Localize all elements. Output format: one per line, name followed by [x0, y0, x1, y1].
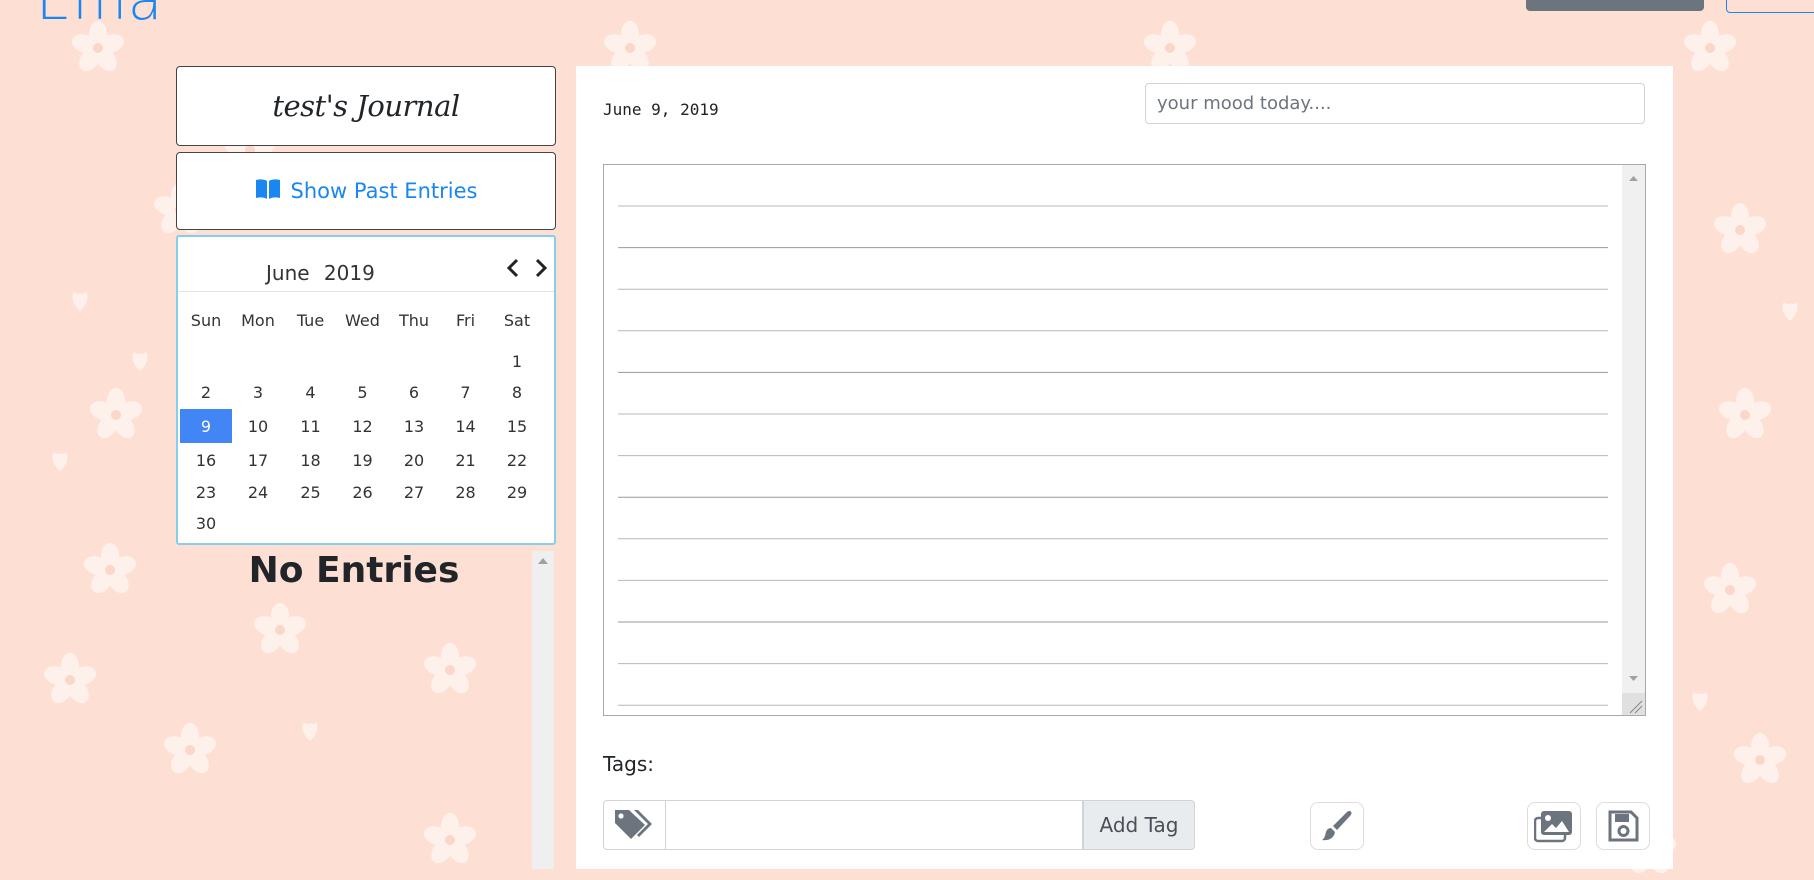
show-past-entries-button[interactable]: Show Past Entries [176, 152, 556, 230]
add-tag-button[interactable]: Add Tag [1083, 800, 1195, 850]
calendar-day[interactable]: 13 [388, 409, 440, 443]
journal-entry-textarea[interactable] [603, 164, 1646, 716]
calendar-day[interactable]: 23 [180, 475, 232, 509]
sakura-flower-icon [1714, 203, 1766, 254]
calendar-day[interactable]: 20 [388, 443, 440, 477]
calendar-day[interactable]: 17 [232, 443, 284, 477]
images-icon [1534, 811, 1572, 843]
calendar-title: June 2019 [266, 261, 383, 285]
scroll-up-icon [538, 558, 548, 564]
petal-icon [52, 452, 68, 471]
tag-prefix [603, 800, 665, 850]
petal-icon [302, 722, 318, 741]
sakura-flower-icon [164, 723, 216, 774]
sakura-flower-icon [1719, 388, 1771, 439]
entry-date: June 9, 2019 [603, 100, 719, 119]
calendar-day[interactable]: 1 [491, 344, 543, 378]
add-image-button[interactable] [1527, 802, 1581, 850]
calendar-weekday: Thu [398, 310, 430, 330]
calendar-day[interactable]: 29 [491, 475, 543, 509]
calendar-day[interactable]: 3 [232, 375, 284, 409]
calendar-weekday: Sat [503, 310, 531, 330]
calendar-day[interactable]: 18 [284, 443, 337, 477]
calendar-day[interactable]: 2 [180, 375, 232, 409]
calendar-day[interactable]: 16 [180, 443, 232, 477]
mood-input[interactable] [1145, 83, 1645, 124]
scroll-up-icon [1629, 176, 1638, 181]
scroll-down-icon [1629, 676, 1638, 681]
calendar-day[interactable]: 4 [284, 375, 337, 409]
calendar-weekday: Wed [345, 310, 380, 330]
header-outline-button[interactable] [1726, 0, 1814, 13]
previous-month-button[interactable] [504, 257, 524, 279]
calendar-day[interactable]: 28 [440, 475, 491, 509]
entries-scrollbar[interactable] [532, 551, 554, 869]
calendar-day[interactable]: 25 [284, 475, 337, 509]
sakura-flower-icon [1684, 21, 1736, 72]
calendar-day[interactable]: 9 [180, 409, 232, 443]
petal-icon [132, 352, 148, 371]
paintbrush-icon [1322, 811, 1352, 841]
calendar-day[interactable]: 27 [388, 475, 440, 509]
calendar-month: June [266, 261, 310, 285]
calendar-day[interactable]: 12 [337, 409, 388, 443]
sakura-flower-icon [1704, 563, 1756, 614]
sakura-flower-icon [1734, 733, 1786, 784]
petal-icon [1782, 302, 1798, 321]
save-icon [1608, 810, 1639, 842]
calendar-day[interactable]: 10 [232, 409, 284, 443]
calendar-year: 2019 [323, 261, 375, 285]
show-past-entries-label: Show Past Entries [290, 179, 478, 203]
calendar-day[interactable]: 15 [491, 409, 543, 443]
calendar-day[interactable]: 19 [337, 443, 388, 477]
calendar-day[interactable]: 5 [337, 375, 388, 409]
calendar: June 2019 Sun Mon Tue Wed Thu Fri Sat 1 2 3 4 5 6 7 8 9… [176, 235, 556, 545]
calendar-day[interactable]: 24 [232, 475, 284, 509]
calendar-day[interactable]: 14 [440, 409, 491, 443]
calendar-day[interactable]: 6 [388, 375, 440, 409]
calendar-divider [178, 291, 554, 292]
journal-title: test's Journal [176, 66, 556, 146]
calendar-weekday: Sun [190, 310, 222, 330]
calendar-weekday: Fri [455, 310, 476, 330]
sakura-flower-icon [254, 603, 306, 654]
no-entries-text: No Entries [248, 550, 460, 591]
calendar-day[interactable]: 7 [440, 375, 491, 409]
textarea-scrollbar[interactable] [1622, 165, 1645, 693]
ruled-lines [618, 205, 1608, 706]
calendar-day[interactable]: 11 [284, 409, 337, 443]
calendar-day[interactable]: 30 [180, 506, 232, 540]
calendar-weekday: Mon [241, 310, 275, 330]
sakura-flower-icon [84, 543, 136, 594]
sakura-flower-icon [90, 388, 142, 439]
calendar-day[interactable]: 8 [491, 375, 543, 409]
resize-handle[interactable] [1622, 693, 1645, 715]
petal-icon [1692, 692, 1708, 711]
header-button[interactable] [1526, 0, 1704, 11]
calendar-header: June 2019 [178, 255, 554, 289]
chevron-right-icon [535, 258, 548, 278]
tag-input[interactable] [665, 800, 1083, 850]
tags-icon [614, 810, 652, 839]
book-open-icon [255, 178, 281, 205]
app-brand[interactable]: Ema [36, 0, 163, 33]
chevron-left-icon [506, 258, 519, 278]
save-button[interactable] [1596, 802, 1650, 850]
tags-label: Tags: [603, 752, 655, 776]
calendar-day[interactable]: 21 [440, 443, 491, 477]
sakura-flower-icon [44, 653, 96, 704]
sakura-flower-icon [424, 643, 476, 694]
petal-icon [72, 292, 88, 311]
calendar-day[interactable]: 22 [491, 443, 543, 477]
next-month-button[interactable] [530, 257, 550, 279]
paint-button[interactable] [1310, 802, 1364, 850]
calendar-weekday: Tue [296, 310, 325, 330]
calendar-day[interactable]: 26 [337, 475, 388, 509]
sakura-flower-icon [424, 813, 476, 864]
